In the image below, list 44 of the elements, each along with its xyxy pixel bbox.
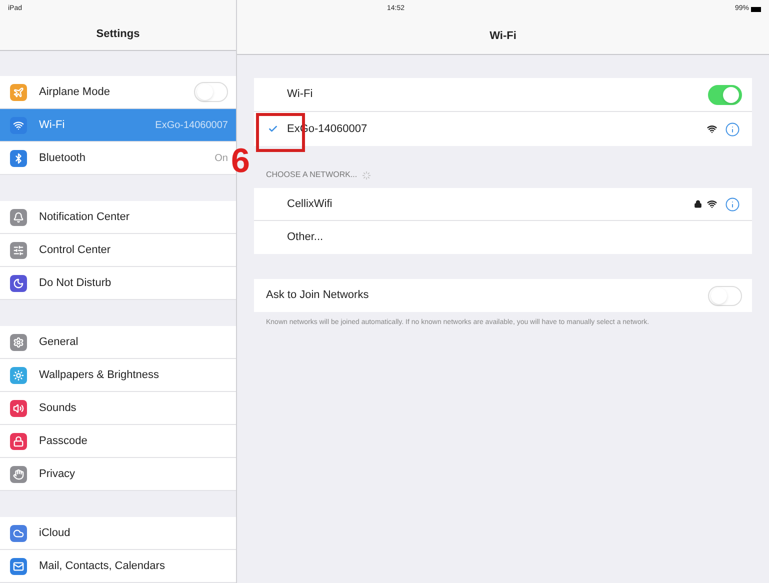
sidebar-item[interactable]: Mail, Contacts, Calendars xyxy=(0,550,236,583)
item-label: Notification Center xyxy=(39,210,130,225)
sidebar-item[interactable]: Sounds xyxy=(0,392,236,425)
ask-to-join-label: Ask to Join Networks xyxy=(266,288,370,304)
sidebar-item[interactable]: Do Not Disturb xyxy=(0,267,236,300)
sidebar-item[interactable]: General xyxy=(0,326,236,359)
item-label: Control Center xyxy=(39,242,112,258)
item-label: Sounds xyxy=(39,400,78,416)
toggle-switch[interactable] xyxy=(194,82,228,102)
sidebar-title: Settings xyxy=(96,26,140,42)
toggle-switch[interactable] xyxy=(708,286,742,306)
item-label: General xyxy=(39,334,80,350)
sidebar-item[interactable]: Airplane Mode xyxy=(0,76,236,109)
network-row[interactable]: CellixWifi xyxy=(254,188,752,221)
network-name: CellixWifi xyxy=(287,196,334,212)
item-label: iCloud xyxy=(39,526,72,541)
sidebar-item[interactable]: Privacy xyxy=(0,458,236,491)
item-label: Privacy xyxy=(39,466,76,482)
item-label: Wallpapers & Brightness xyxy=(39,368,160,383)
toggle-switch[interactable] xyxy=(708,84,742,104)
spinner-icon xyxy=(362,170,372,180)
info-icon[interactable] xyxy=(725,196,740,212)
sidebar-item[interactable]: Passcode xyxy=(0,425,236,458)
section-header: CHOOSE A NETWORK... xyxy=(266,169,358,181)
wifi-icon xyxy=(707,199,717,209)
item-label: Airplane Mode xyxy=(39,84,111,100)
sidebar-item[interactable]: Control Center xyxy=(0,234,236,267)
info-icon[interactable] xyxy=(725,122,740,136)
battery-icon xyxy=(751,6,761,12)
page-title: Wi-Fi xyxy=(490,28,516,44)
sidebar-item[interactable]: Wallpapers & Brightness xyxy=(0,359,236,392)
item-value: On xyxy=(214,152,228,166)
sidebar-item[interactable]: Notification Center xyxy=(0,201,236,234)
item-label: Mail, Contacts, Calendars xyxy=(39,558,166,574)
wifi-icon xyxy=(707,124,717,134)
sidebar-item[interactable]: iCloud xyxy=(0,517,236,550)
network-name: Other... xyxy=(287,230,324,246)
item-label: Passcode xyxy=(39,434,88,449)
network-row[interactable]: Other... xyxy=(254,221,752,254)
item-label: Do Not Disturb xyxy=(39,276,112,291)
item-label: Bluetooth xyxy=(39,150,86,166)
item-value: ExGo-14060007 xyxy=(155,118,228,132)
item-label: Wi-Fi xyxy=(39,118,66,133)
wifi-label: Wi-Fi xyxy=(287,87,314,102)
